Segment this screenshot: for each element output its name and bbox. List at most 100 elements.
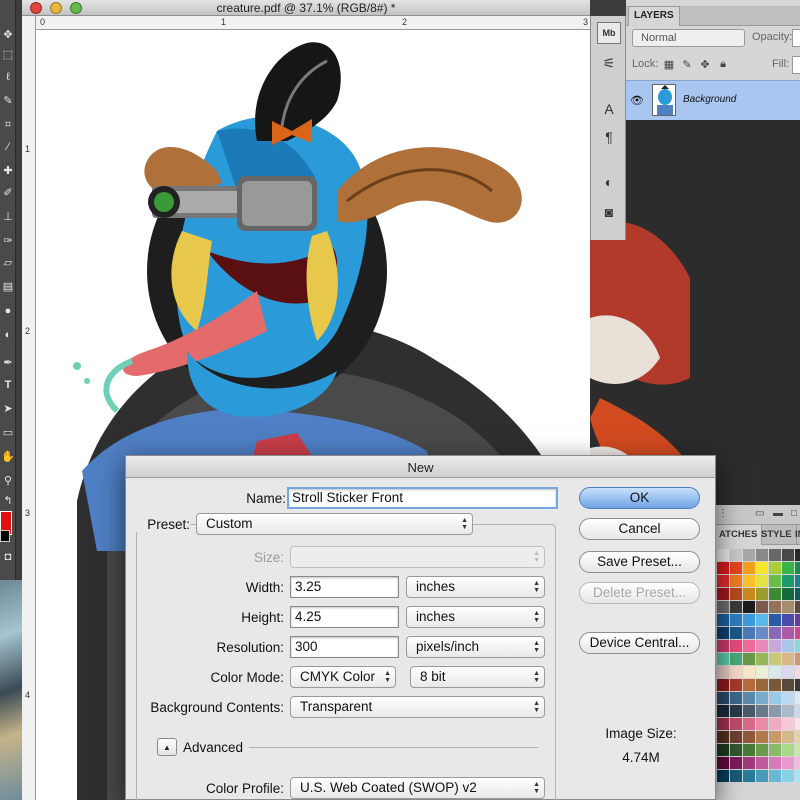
fill-field[interactable]	[792, 56, 800, 74]
color-swatch[interactable]	[756, 640, 768, 652]
color-swatch[interactable]	[795, 549, 800, 561]
color-swatch[interactable]	[717, 588, 729, 600]
width-field[interactable]: 3.25	[290, 576, 399, 598]
color-swatch[interactable]	[717, 705, 729, 717]
color-swatch[interactable]	[743, 575, 755, 587]
panel-grip-icon[interactable]: ⋮	[718, 508, 728, 519]
new-folder-icon[interactable]: ▬	[773, 508, 783, 519]
horizontal-ruler[interactable]: 0 1 2 3	[36, 16, 590, 30]
adjustments-icon[interactable]: ◐	[597, 171, 621, 193]
bit-depth-select[interactable]: 8 bit ▲ ▼	[410, 666, 545, 688]
color-swatch[interactable]	[769, 744, 781, 756]
color-swatch[interactable]	[743, 627, 755, 639]
color-swatch[interactable]	[730, 731, 742, 743]
color-swatch[interactable]	[743, 705, 755, 717]
color-swatch[interactable]	[743, 549, 755, 561]
color-swatch[interactable]	[743, 588, 755, 600]
lock-transparent-icon[interactable]: ▦	[662, 57, 676, 71]
color-swatch[interactable]	[769, 549, 781, 561]
brush-presets-icon[interactable]: ⚟	[597, 52, 621, 74]
color-swatch[interactable]	[756, 692, 768, 704]
color-swatch[interactable]	[782, 601, 794, 613]
new-layer-icon[interactable]: □	[791, 508, 797, 519]
color-swatch[interactable]	[782, 588, 794, 600]
color-swatch[interactable]	[795, 653, 800, 665]
color-swatch[interactable]	[717, 666, 729, 678]
visibility-eye-icon[interactable]: 👁︎	[630, 93, 644, 107]
color-swatch[interactable]	[730, 627, 742, 639]
color-swatch[interactable]	[730, 744, 742, 756]
color-swatch[interactable]	[769, 653, 781, 665]
color-swatch[interactable]	[717, 640, 729, 652]
color-swatch[interactable]	[756, 562, 768, 574]
color-swatch[interactable]	[730, 588, 742, 600]
color-swatch[interactable]	[769, 718, 781, 730]
color-swatch[interactable]	[795, 744, 800, 756]
color-swatch[interactable]	[769, 731, 781, 743]
height-field[interactable]: 4.25	[290, 606, 399, 628]
shape-tool-icon[interactable]: ▭	[1, 426, 15, 440]
color-swatch[interactable]	[730, 575, 742, 587]
tab-layers[interactable]: LAYERS	[628, 6, 680, 26]
color-swatch[interactable]	[795, 588, 800, 600]
color-swatch[interactable]	[743, 757, 755, 769]
color-swatch[interactable]	[756, 757, 768, 769]
save-preset-button[interactable]: Save Preset...	[579, 551, 700, 573]
hand-tool-icon[interactable]: ✋	[1, 450, 15, 464]
color-swatch[interactable]	[756, 653, 768, 665]
color-swatch[interactable]	[730, 679, 742, 691]
color-swatch[interactable]	[756, 705, 768, 717]
color-swatch[interactable]	[756, 614, 768, 626]
color-swatch[interactable]	[717, 614, 729, 626]
color-swatch[interactable]	[730, 614, 742, 626]
lasso-tool-icon[interactable]: ℓ	[1, 70, 15, 84]
color-swatch[interactable]	[769, 705, 781, 717]
crop-tool-icon[interactable]: ⌗	[1, 118, 15, 132]
tab-info[interactable]: IN	[791, 525, 800, 545]
color-swatch[interactable]	[743, 770, 755, 782]
color-swatch[interactable]	[782, 562, 794, 574]
lock-all-icon[interactable]: 🔒︎	[716, 57, 730, 71]
color-swatch[interactable]	[743, 718, 755, 730]
character-icon[interactable]: A	[597, 98, 621, 120]
color-swatch[interactable]	[730, 757, 742, 769]
color-swatch[interactable]	[717, 731, 729, 743]
color-swatch[interactable]	[756, 744, 768, 756]
color-swatch[interactable]	[717, 770, 729, 782]
color-swatch[interactable]	[769, 562, 781, 574]
lock-position-icon[interactable]: ✥	[698, 57, 712, 71]
color-swatch[interactable]	[769, 770, 781, 782]
color-swatch[interactable]	[782, 731, 794, 743]
color-swatch[interactable]	[730, 562, 742, 574]
color-swatch[interactable]	[743, 692, 755, 704]
color-swatch[interactable]	[743, 614, 755, 626]
color-swatch[interactable]	[795, 679, 800, 691]
color-swatch[interactable]	[795, 640, 800, 652]
width-unit-select[interactable]: inches ▲ ▼	[406, 576, 545, 598]
quick-select-tool-icon[interactable]: ✎	[1, 94, 15, 108]
color-swatch[interactable]	[756, 549, 768, 561]
color-swatch[interactable]	[717, 601, 729, 613]
gradient-tool-icon[interactable]: ▤	[1, 280, 15, 294]
color-swatch[interactable]	[769, 692, 781, 704]
color-swatch[interactable]	[730, 640, 742, 652]
color-swatch[interactable]	[769, 679, 781, 691]
color-swatch[interactable]	[743, 653, 755, 665]
vertical-ruler[interactable]: 1 2 3 4	[22, 16, 36, 800]
color-swatch[interactable]	[756, 679, 768, 691]
dodge-tool-icon[interactable]: ◐	[1, 328, 15, 342]
blur-tool-icon[interactable]: ●	[1, 304, 15, 318]
color-swatch[interactable]	[717, 627, 729, 639]
mini-bridge-icon[interactable]: Mb	[597, 22, 621, 44]
advanced-disclosure-button[interactable]: ▲	[157, 738, 177, 756]
color-swatch[interactable]	[717, 679, 729, 691]
color-swatch[interactable]	[769, 588, 781, 600]
blend-mode-select[interactable]: Normal	[632, 29, 745, 47]
resolution-unit-select[interactable]: pixels/inch ▲ ▼	[406, 636, 545, 658]
clone-stamp-tool-icon[interactable]: ⊥	[1, 210, 15, 224]
color-swatch[interactable]	[717, 549, 729, 561]
color-swatch[interactable]	[782, 679, 794, 691]
color-swatch[interactable]	[756, 575, 768, 587]
color-swatch[interactable]	[795, 562, 800, 574]
color-swatch[interactable]	[730, 666, 742, 678]
